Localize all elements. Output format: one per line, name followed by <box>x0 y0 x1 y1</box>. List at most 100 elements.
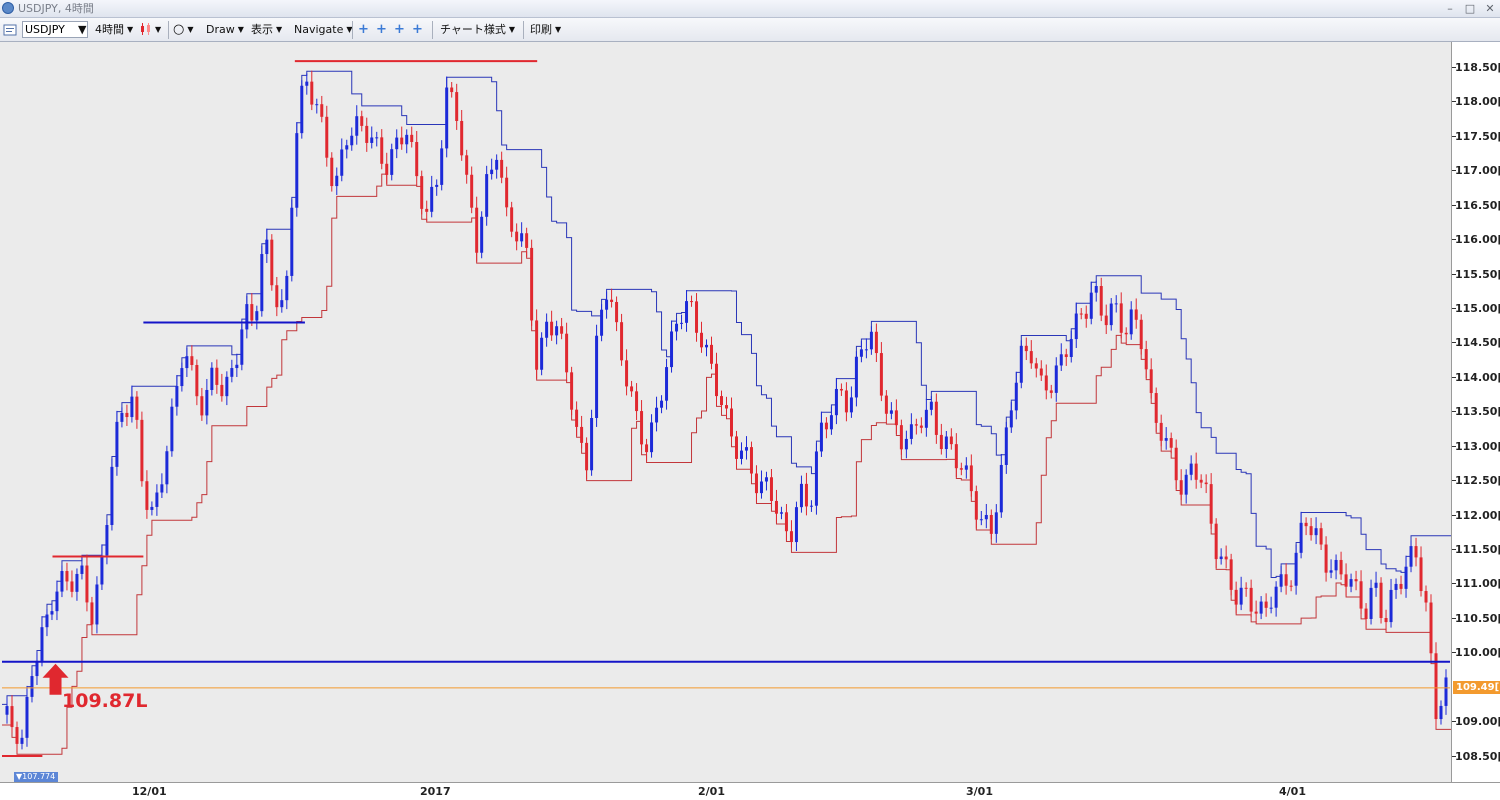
candle-body <box>585 442 589 471</box>
candle-body <box>1124 332 1128 335</box>
candle-body <box>954 444 958 469</box>
candle-body <box>645 444 649 453</box>
candle-body <box>580 426 584 443</box>
candle-body <box>450 87 454 93</box>
candle-body <box>290 207 294 276</box>
candle-body <box>165 451 169 485</box>
candle-body <box>1014 382 1018 411</box>
candle-body <box>1249 587 1253 612</box>
candle-body <box>415 142 419 177</box>
candle-body <box>1154 393 1158 423</box>
candle-body <box>405 134 409 145</box>
candle-body <box>924 409 928 428</box>
candle-body <box>1019 345 1023 383</box>
candle-body <box>999 464 1003 513</box>
candle-body <box>690 301 694 303</box>
candle-body <box>90 602 94 625</box>
candle-body <box>80 565 84 574</box>
candle-body <box>185 356 189 369</box>
candle-body <box>1329 570 1333 573</box>
candle-body <box>1199 479 1203 483</box>
candle-body <box>375 137 379 139</box>
candle-body <box>10 706 14 728</box>
candle-body <box>1264 601 1268 608</box>
candle-body <box>739 450 743 459</box>
candle-body <box>1299 522 1303 553</box>
candle-body <box>340 149 344 176</box>
candle-body <box>210 367 214 390</box>
candle-body <box>1384 617 1388 623</box>
candle-body <box>325 116 329 158</box>
candle-body <box>1039 368 1043 376</box>
candle-body <box>1139 319 1143 350</box>
candle-body <box>879 353 883 396</box>
candle-body <box>944 436 948 450</box>
candle-body <box>1439 705 1443 720</box>
candle-body <box>625 360 629 387</box>
candle-body <box>1104 315 1108 326</box>
candle-body <box>255 311 259 321</box>
candle-body <box>670 331 674 368</box>
candle-body <box>435 184 439 187</box>
candle-body <box>809 505 813 507</box>
candle-body <box>600 309 604 336</box>
candle-body <box>120 412 124 422</box>
upper-envelope-line <box>2 70 1451 705</box>
candle-body <box>804 483 808 507</box>
candle-body <box>155 492 159 507</box>
candle-body <box>1004 427 1008 465</box>
candle-body <box>1144 349 1148 370</box>
candle-body <box>914 424 918 426</box>
candle-body <box>360 116 364 126</box>
candle-body <box>889 410 893 414</box>
candle-body <box>275 285 279 308</box>
candle-body <box>1364 608 1368 619</box>
candle-body <box>650 422 654 453</box>
candle-body <box>1184 474 1188 495</box>
candle-body <box>1049 390 1053 393</box>
candle-body <box>20 737 24 744</box>
candle-body <box>1309 526 1313 536</box>
candle-body <box>695 301 699 333</box>
candle-body <box>515 231 519 242</box>
candle-body <box>984 514 988 520</box>
current-price-badge: 109.49[ <box>1453 681 1500 694</box>
candle-body <box>565 333 569 373</box>
candle-body <box>550 321 554 336</box>
candle-body <box>1209 484 1213 524</box>
candle-body <box>899 425 903 450</box>
candle-body <box>734 436 738 459</box>
candle-body <box>1279 574 1283 587</box>
candle-body <box>964 465 968 470</box>
price-chart <box>2 60 1451 757</box>
candle-body <box>280 300 284 308</box>
candle-body <box>864 349 868 351</box>
candle-body <box>510 207 514 232</box>
candle-body <box>530 247 534 321</box>
candle-body <box>170 406 174 452</box>
candle-body <box>784 512 788 532</box>
candle-body <box>1354 579 1358 582</box>
candle-body <box>235 364 239 369</box>
candle-body <box>150 506 154 510</box>
candle-body <box>1394 583 1398 590</box>
candle-body <box>640 411 644 445</box>
candle-body <box>1054 365 1058 393</box>
candle-body <box>620 322 624 361</box>
candle-body <box>365 125 369 143</box>
candle-body <box>55 591 59 612</box>
candle-body <box>100 555 104 585</box>
candle-body <box>994 512 998 534</box>
candle-body <box>789 531 793 543</box>
candle-body <box>1204 482 1208 485</box>
candle-body <box>540 337 544 370</box>
candle-body <box>824 422 828 430</box>
candle-body <box>1214 523 1218 560</box>
candle-body <box>1269 607 1273 609</box>
candle-body <box>720 396 724 406</box>
candle-body <box>774 500 778 514</box>
candle-body <box>1304 522 1308 527</box>
candle-body <box>814 451 818 506</box>
candle-body <box>909 424 913 439</box>
candle-body <box>1029 351 1033 364</box>
